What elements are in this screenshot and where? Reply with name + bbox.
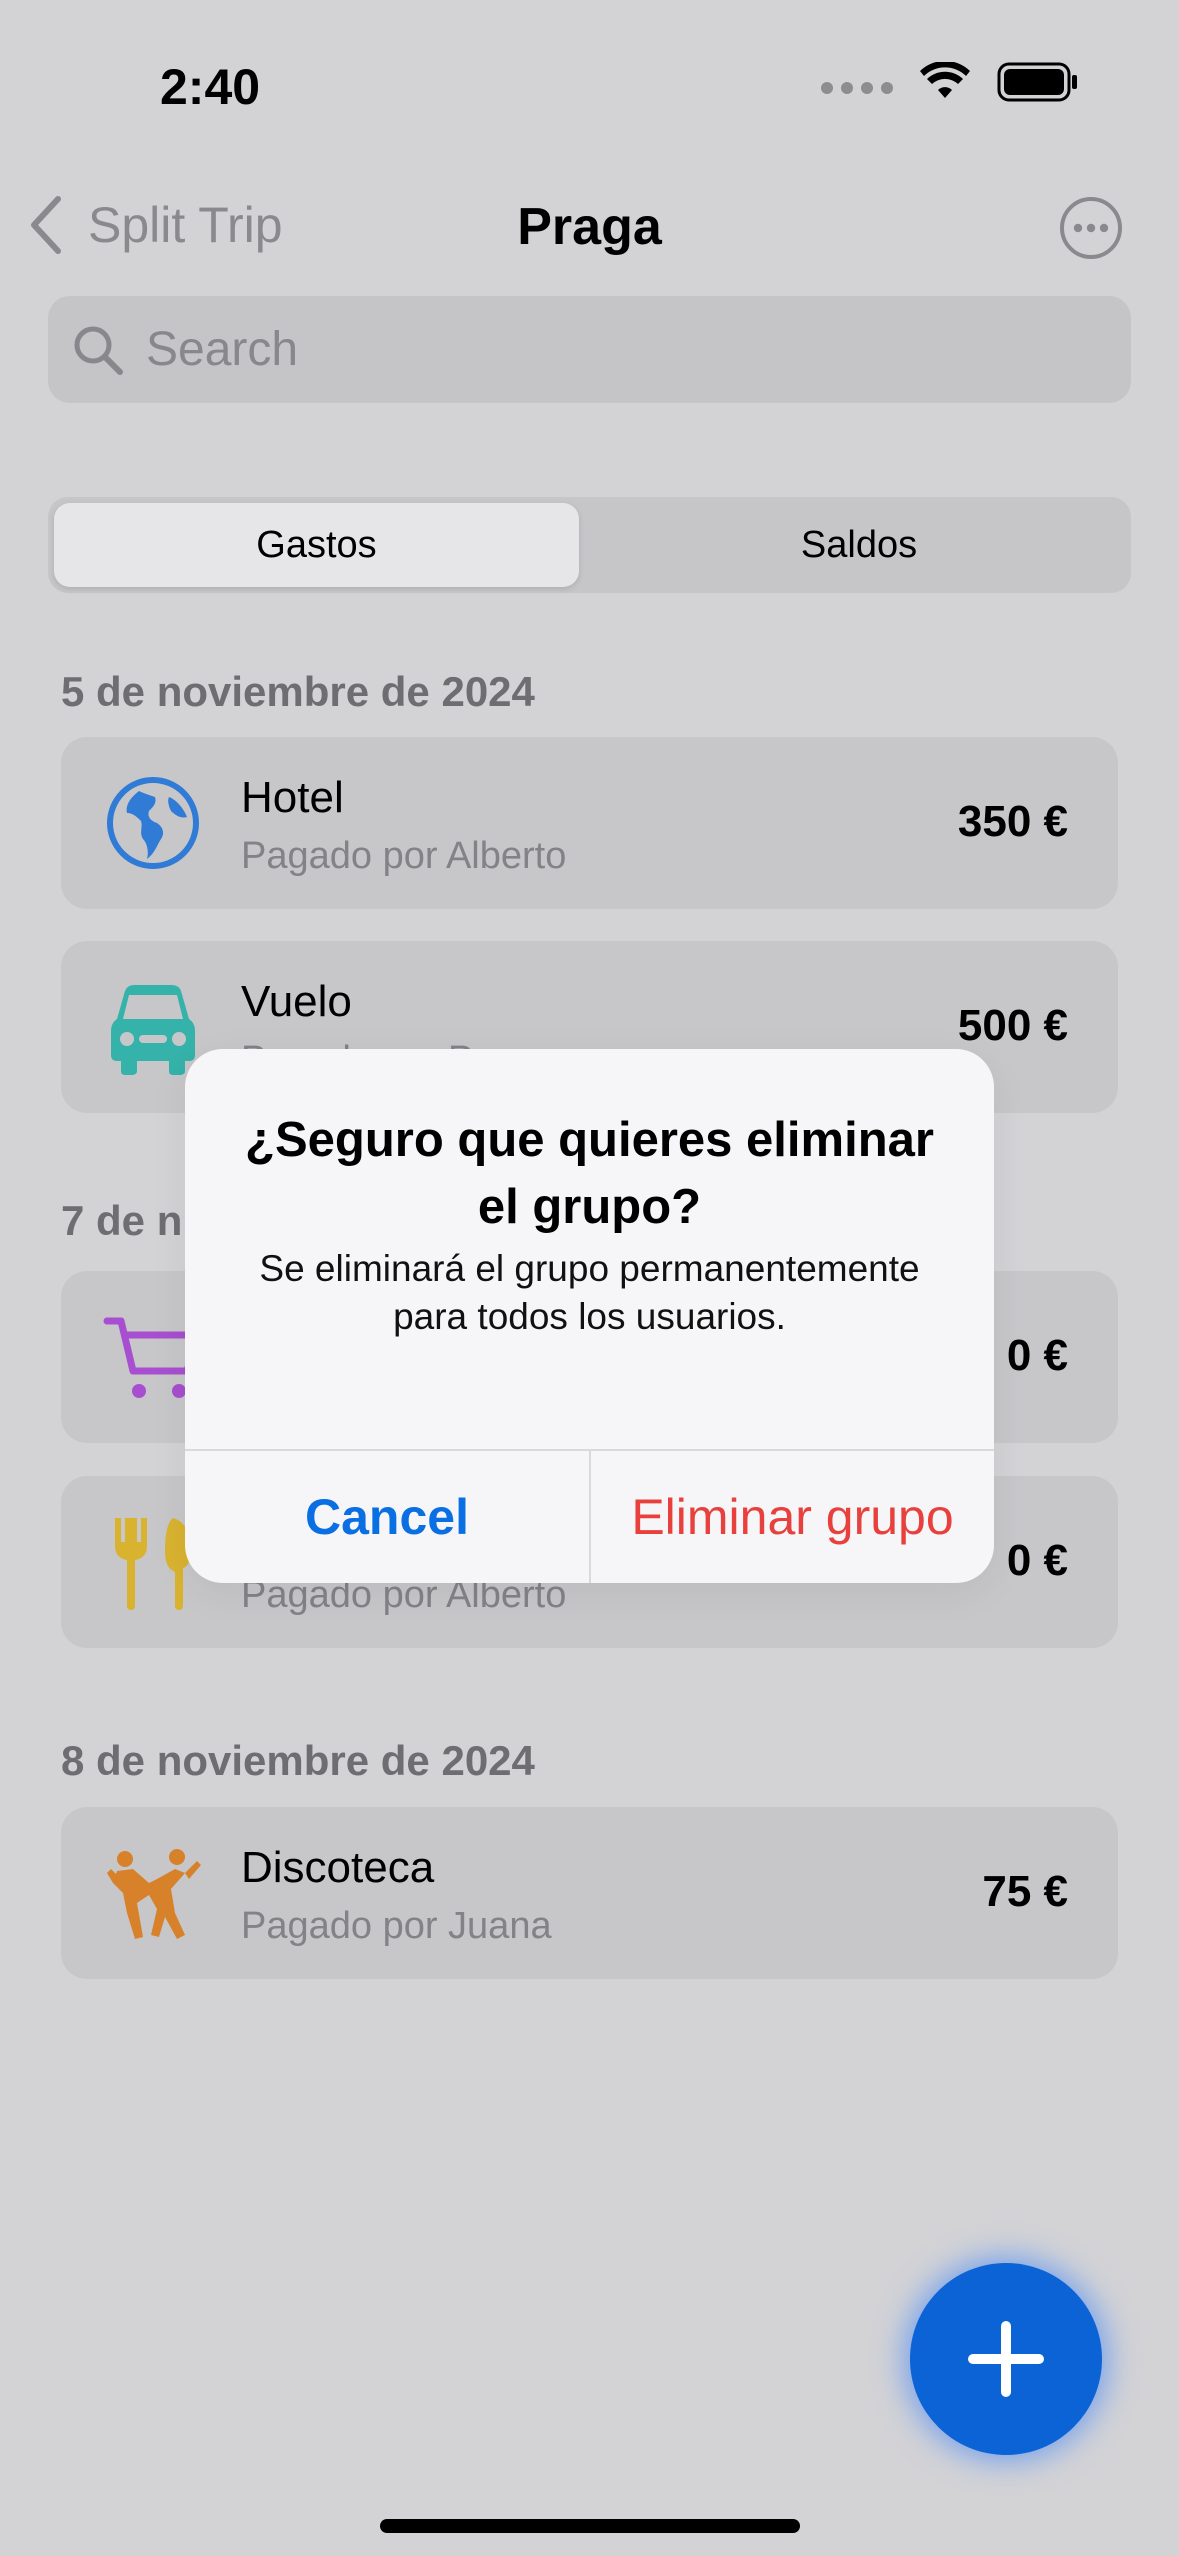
alert-message: Se eliminará el grupo permanentemente pa… bbox=[259, 1248, 920, 1337]
expense-payer: Pagado por Juana bbox=[241, 1905, 552, 1947]
tab-gastos[interactable]: Gastos bbox=[54, 503, 579, 587]
segmented-control: Gastos Saldos bbox=[48, 497, 1131, 593]
expense-payer: Pagado por Alberto bbox=[241, 835, 567, 877]
plus-icon bbox=[968, 2321, 1044, 2397]
alert-title: ¿Seguro que quieres eliminar el grupo? bbox=[245, 1113, 934, 1234]
tab-saldos[interactable]: Saldos bbox=[593, 503, 1125, 587]
expense-amount: 0 € bbox=[1006, 1331, 1068, 1380]
expense-row-discoteca[interactable]: Discoteca Pagado por Juana 75 € bbox=[61, 1807, 1118, 1979]
section-date-header: 8 de noviembre de 2024 bbox=[61, 1737, 535, 1784]
wifi-icon bbox=[920, 62, 970, 98]
expense-title: Hotel bbox=[241, 773, 344, 822]
expense-amount: 350 € bbox=[957, 797, 1068, 846]
delete-group-alert: ¿Seguro que quieres eliminar el grupo? S… bbox=[185, 1049, 994, 1583]
expense-amount: 500 € bbox=[957, 1001, 1068, 1050]
add-expense-button[interactable] bbox=[910, 2263, 1102, 2455]
search-field[interactable]: Search bbox=[48, 296, 1131, 403]
cellular-signal-icon bbox=[821, 82, 893, 94]
expense-title: Discoteca bbox=[241, 1843, 435, 1892]
cancel-button[interactable]: Cancel bbox=[185, 1451, 589, 1583]
status-time: 2:40 bbox=[160, 59, 261, 115]
page-title: Praga bbox=[517, 198, 662, 256]
globe-icon bbox=[107, 777, 199, 869]
section-date-header: 5 de noviembre de 2024 bbox=[61, 668, 535, 715]
more-options-icon[interactable] bbox=[1059, 196, 1123, 260]
battery-icon bbox=[997, 62, 1077, 102]
home-indicator bbox=[380, 2519, 800, 2533]
expense-amount: 0 € bbox=[1006, 1536, 1068, 1585]
search-icon bbox=[74, 326, 123, 375]
car-icon bbox=[111, 985, 195, 1075]
search-placeholder: Search bbox=[146, 323, 299, 376]
status-icons bbox=[821, 62, 1079, 102]
section-date-header: 7 de n bbox=[61, 1197, 183, 1244]
delete-group-button[interactable]: Eliminar grupo bbox=[591, 1451, 994, 1583]
dancing-icon bbox=[107, 1849, 201, 1939]
expense-title: Vuelo bbox=[241, 977, 352, 1026]
expense-amount: 75 € bbox=[982, 1867, 1068, 1916]
expense-row-hotel[interactable]: Hotel Pagado por Alberto 350 € bbox=[61, 737, 1118, 909]
